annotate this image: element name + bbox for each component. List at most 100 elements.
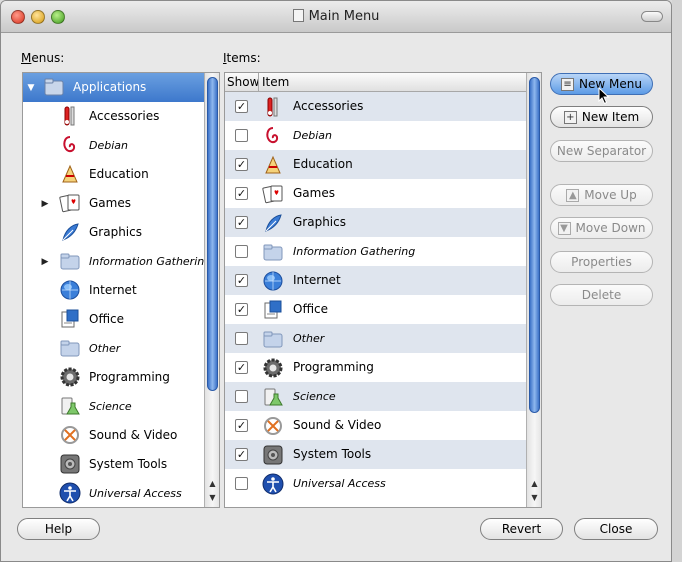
item-label: Sound & Video: [293, 418, 382, 432]
scroll-down-arrow-icon[interactable]: ▼: [527, 491, 541, 505]
menu-tree-item-label: Information Gathering: [89, 255, 212, 268]
menu-tree-item[interactable]: Universal Access: [23, 479, 205, 507]
window-title: Main Menu: [1, 9, 671, 24]
table-row[interactable]: ✓ Graphics: [225, 208, 527, 237]
office-icon: [59, 308, 81, 330]
menu-tree-item[interactable]: Accessories: [23, 102, 205, 131]
table-row[interactable]: ✓ Accessories: [225, 92, 527, 121]
toolbar-toggle-button[interactable]: [641, 11, 663, 22]
show-checkbox[interactable]: ✓: [235, 274, 248, 287]
menu-tree-item-label: Office: [89, 312, 125, 326]
menu-tree-item[interactable]: Graphics: [23, 218, 205, 247]
menu-tree-item[interactable]: Education: [23, 160, 205, 189]
table-row[interactable]: ✓ Internet: [225, 266, 527, 295]
menu-tree-item-label: Programming: [89, 370, 170, 384]
table-row[interactable]: ✓ Programming: [225, 353, 527, 382]
show-checkbox[interactable]: ✓: [235, 216, 248, 229]
menu-tree-item[interactable]: Programming: [23, 363, 205, 392]
menu-tree-item[interactable]: Other: [23, 334, 205, 363]
table-row[interactable]: ✓ Sound & Video: [225, 411, 527, 440]
folder-icon: [262, 241, 284, 263]
menu-tree-item[interactable]: Debian: [23, 131, 205, 160]
table-row[interactable]: Universal Access: [225, 469, 527, 498]
sound-video-icon: [262, 415, 284, 437]
arrow-down-icon: ▼: [557, 221, 571, 235]
help-button[interactable]: Help: [17, 518, 100, 540]
show-checkbox[interactable]: ✓: [235, 100, 248, 113]
show-checkbox[interactable]: ✓: [235, 187, 248, 200]
close-button[interactable]: Close: [574, 518, 658, 540]
menus-tree[interactable]: Universal Access System Tools Sound & Vide…: [22, 72, 220, 508]
table-row[interactable]: Other: [225, 324, 527, 353]
revert-button[interactable]: Revert: [480, 518, 563, 540]
item-label: Internet: [293, 273, 341, 287]
table-row[interactable]: ✓ Office: [225, 295, 527, 324]
scroll-up-arrow-icon[interactable]: ▲: [205, 477, 219, 491]
properties-button[interactable]: Properties: [550, 251, 653, 273]
menu-tree-item-label: Graphics: [89, 225, 142, 239]
show-checkbox[interactable]: ✓: [235, 303, 248, 316]
menu-tree-item[interactable]: ▶ Information Gathering: [23, 247, 211, 276]
column-header-item[interactable]: Item: [262, 75, 289, 89]
move-down-button[interactable]: ▼ Move Down: [550, 217, 653, 239]
new-item-button[interactable]: + New Item: [550, 106, 653, 128]
menu-tree-item-label: Science: [89, 400, 132, 413]
show-checkbox[interactable]: ✓: [235, 361, 248, 374]
show-checkbox[interactable]: [235, 477, 248, 490]
folder-icon: [262, 328, 284, 350]
menu-tree-item[interactable]: Office: [23, 305, 205, 334]
move-up-button[interactable]: ▲ Move Up: [550, 184, 653, 206]
delete-button[interactable]: Delete: [550, 284, 653, 306]
scroll-down-arrow-icon[interactable]: ▼: [205, 491, 219, 505]
menu-tree-item[interactable]: Sound & Video: [23, 421, 205, 450]
item-label: System Tools: [293, 447, 372, 461]
items-scroll-thumb[interactable]: [529, 77, 540, 413]
science-flask-icon: [59, 395, 81, 417]
internet-globe-icon: [59, 279, 81, 301]
items-table[interactable]: Show Item ✓ Accessories Debian ✓ Education ✓ G…: [224, 72, 542, 508]
item-label: Accessories: [293, 99, 364, 113]
menu-tree-item[interactable]: ▼ Applications: [23, 73, 205, 102]
table-row[interactable]: ✓ Games: [225, 179, 527, 208]
table-row[interactable]: Debian: [225, 121, 527, 150]
show-checkbox[interactable]: ✓: [235, 448, 248, 461]
table-row[interactable]: Information Gathering: [225, 237, 527, 266]
menu-tree-item[interactable]: Internet: [23, 276, 205, 305]
show-checkbox[interactable]: ✓: [235, 419, 248, 432]
expander-closed-icon[interactable]: ▶: [40, 199, 50, 209]
table-row[interactable]: ✓ System Tools: [225, 440, 527, 469]
item-label: Science: [293, 390, 336, 403]
graphics-quill-icon: [262, 212, 284, 234]
menu-tree-item[interactable]: Science: [23, 392, 205, 421]
new-separator-button[interactable]: New Separator: [550, 140, 653, 162]
menu-tree-item[interactable]: System Tools: [23, 450, 205, 479]
show-checkbox[interactable]: ✓: [235, 158, 248, 171]
menu-tree-item-label: Accessories: [89, 109, 160, 123]
universal-access-icon: [59, 482, 81, 504]
show-checkbox[interactable]: [235, 245, 248, 258]
show-checkbox[interactable]: [235, 390, 248, 403]
plus-icon: +: [563, 110, 577, 124]
column-header-show[interactable]: Show: [227, 75, 259, 89]
item-label: Universal Access: [293, 477, 386, 490]
table-row[interactable]: ✓ Education: [225, 150, 527, 179]
items-scrollbar[interactable]: ▲ ▼: [526, 73, 541, 507]
title-bar[interactable]: Main Menu: [1, 1, 671, 33]
show-checkbox[interactable]: [235, 332, 248, 345]
show-checkbox[interactable]: [235, 129, 248, 142]
arrow-up-icon: ▲: [566, 188, 580, 202]
expander-closed-icon[interactable]: ▶: [40, 257, 50, 267]
menu-tree-item[interactable]: ▶ Games: [23, 189, 205, 218]
menu-tree-item-label: System Tools: [89, 457, 168, 471]
menus-scrollbar[interactable]: ▲ ▼: [204, 73, 219, 507]
menu-tree-item-label: Applications: [73, 80, 147, 94]
graphics-quill-icon: [59, 221, 81, 243]
table-row[interactable]: Science: [225, 382, 527, 411]
expander-open-icon[interactable]: ▼: [26, 83, 36, 93]
background-window-edge: [672, 0, 682, 562]
debian-swirl-icon: [262, 125, 284, 147]
items-label: Items:: [223, 51, 261, 65]
scroll-up-arrow-icon[interactable]: ▲: [527, 477, 541, 491]
item-label: Graphics: [293, 215, 346, 229]
menus-scroll-thumb[interactable]: [207, 77, 218, 391]
